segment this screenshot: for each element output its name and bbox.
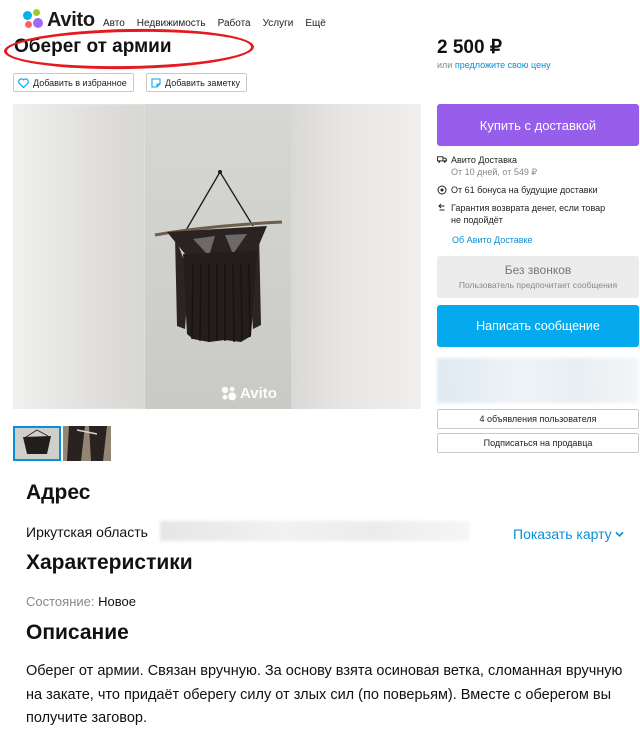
avito-watermark-dots-icon [221, 386, 237, 400]
heart-icon [18, 77, 29, 88]
address-blurred [160, 521, 470, 541]
address-region: Иркутская область [26, 524, 148, 540]
delivery-title: Авито Доставка [451, 155, 517, 165]
no-calls-panel: Без звонков Пользователь предпочитает со… [437, 256, 639, 298]
bonus-info: От 61 бонуса на будущие доставки [437, 185, 598, 195]
macrame-amulet-photo [154, 170, 283, 343]
avito-logo[interactable]: Avito [22, 8, 95, 32]
bonus-icon [437, 185, 447, 195]
price-offer: или предложите свою цену [437, 60, 551, 70]
subscribe-seller-button[interactable]: Подписаться на продавца [437, 433, 639, 453]
nav-item-more[interactable]: Ещё [305, 18, 325, 29]
nav-item-auto[interactable]: Авто [103, 18, 125, 29]
return-arrow-icon [438, 203, 445, 211]
note-label: Добавить заметку [165, 77, 240, 88]
price: 2 500 ₽ [437, 37, 502, 58]
buy-with-delivery-button[interactable]: Купить с доставкой [437, 104, 639, 146]
favorites-label: Добавить в избранное [33, 77, 127, 88]
characteristics-heading: Характеристики [26, 551, 193, 574]
seller-info-blurred[interactable] [437, 358, 639, 403]
thumbnail-1[interactable] [13, 426, 61, 461]
write-message-button[interactable]: Написать сообщение [437, 305, 639, 347]
top-nav: Авто Недвижимость Работа Услуги Ещё [103, 18, 326, 29]
condition-value: Новое [98, 594, 136, 609]
about-delivery-link[interactable]: Об Авито Доставке [452, 235, 533, 245]
truck-icon [437, 156, 447, 163]
guarantee-line-1: Гарантия возврата денег, если товар [451, 203, 606, 213]
no-calls-subtitle: Пользователь предпочитает сообщения [458, 280, 618, 290]
chevron-down-icon [614, 531, 624, 537]
show-map-label: Показать карту [513, 526, 612, 542]
no-calls-title: Без звонков [504, 263, 572, 277]
guarantee-line-2: не подойдёт [451, 215, 503, 225]
description-heading: Описание [26, 621, 129, 644]
bonus-text: От 61 бонуса на будущие доставки [451, 185, 598, 195]
note-icon [151, 77, 161, 88]
condition-row: Состояние: Новое [26, 594, 136, 609]
add-note-button[interactable]: Добавить заметку [146, 73, 247, 92]
logo-text: Avito [47, 8, 95, 31]
description-text: Оберег от армии. Связан вручную. За осно… [26, 663, 623, 726]
nav-item-jobs[interactable]: Работа [218, 18, 251, 29]
show-map-link[interactable]: Показать карту [513, 526, 624, 542]
thumbnail-2[interactable] [63, 426, 111, 461]
add-to-favorites-button[interactable]: Добавить в избранное [13, 73, 134, 92]
main-photo[interactable]: Avito [13, 104, 421, 409]
price-or-text: или [437, 60, 453, 70]
address-heading: Адрес [26, 481, 91, 504]
condition-label: Состояние: [26, 594, 95, 609]
avito-watermark: Avito [221, 385, 277, 402]
delivery-terms: От 10 дней, от 549 ₽ [451, 167, 538, 177]
avito-logo-dots-icon [22, 9, 44, 31]
thumbnail-photo-1 [15, 428, 59, 459]
user-ads-button[interactable]: 4 объявления пользователя [437, 409, 639, 429]
nav-item-services[interactable]: Услуги [263, 18, 294, 29]
thumbnail-photo-2 [63, 426, 111, 461]
nav-item-realty[interactable]: Недвижимость [137, 18, 206, 29]
offer-price-link[interactable]: предложите свою цену [455, 60, 551, 70]
guarantee-info: Гарантия возврата денег, если товар не п… [437, 203, 605, 225]
watermark-text: Avito [240, 385, 277, 402]
red-annotation-oval [3, 26, 255, 72]
delivery-info: Авито Доставка От 10 дней, от 549 ₽ [437, 155, 537, 178]
